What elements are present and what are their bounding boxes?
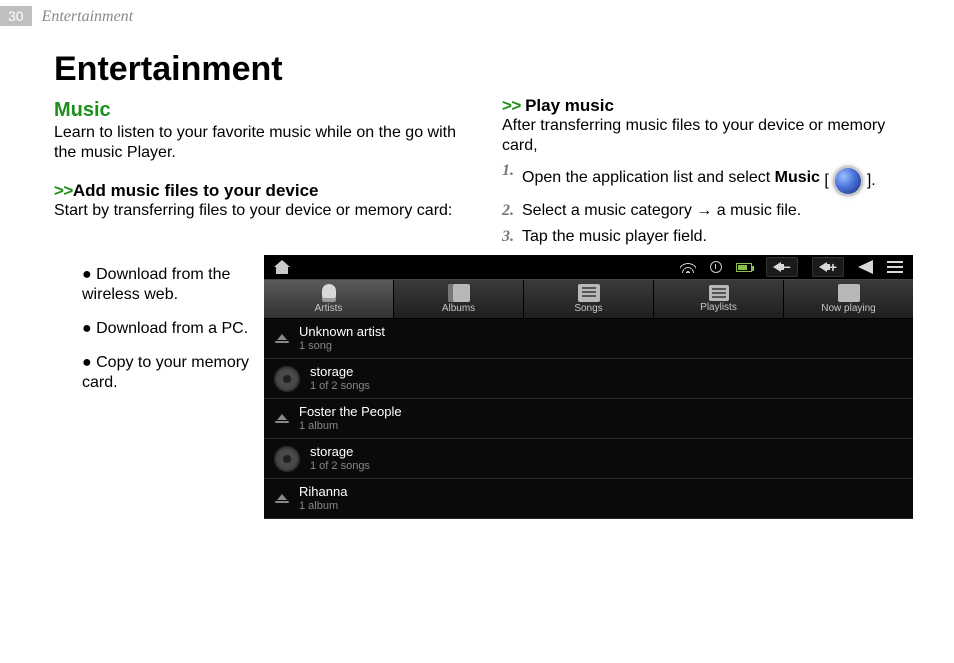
artist-subtitle: 1 of 2 songs [310, 380, 370, 393]
list-item[interactable]: storage 1 of 2 songs [264, 439, 913, 479]
device-status-bar: − + [264, 255, 913, 279]
artist-subtitle: 1 album [299, 500, 347, 513]
tab-artists[interactable]: Artists [264, 280, 394, 318]
play-step-1: Open the application list and select Mus… [502, 160, 920, 196]
add-files-paragraph: Start by transferring files to your devi… [54, 201, 472, 221]
volume-up-button[interactable]: + [812, 257, 844, 277]
back-icon[interactable] [858, 260, 873, 274]
bracket-open: [ [824, 170, 828, 192]
playlists-icon [709, 285, 729, 301]
tab-songs-label: Songs [574, 303, 602, 314]
play-step-3: Tap the music player field. [502, 226, 920, 248]
list-item[interactable]: Unknown artist 1 song [264, 319, 913, 359]
album-disc-icon [274, 366, 300, 392]
tab-songs[interactable]: Songs [524, 280, 654, 318]
expand-handle-icon[interactable] [274, 492, 289, 506]
bullet-download-pc: Download from a PC. [78, 319, 254, 339]
home-icon[interactable] [274, 260, 290, 274]
page-number: 30 [0, 6, 32, 26]
play-music-title: Play music [525, 96, 614, 115]
artists-icon [322, 284, 336, 302]
now-playing-icon [838, 284, 860, 302]
vol-down-label: − [783, 259, 791, 275]
artist-title: Foster the People [299, 405, 402, 420]
tab-playlists[interactable]: Playlists [654, 280, 784, 318]
list-item[interactable]: Rihanna 1 album [264, 479, 913, 519]
artist-subtitle: 1 of 2 songs [310, 460, 370, 473]
expand-handle-icon[interactable] [274, 412, 289, 426]
artist-subtitle: 1 album [299, 420, 402, 433]
list-item[interactable]: Foster the People 1 album [264, 399, 913, 439]
tab-artists-label: Artists [315, 303, 343, 314]
header-section-name: Entertainment [42, 8, 134, 26]
artist-title: storage [310, 365, 370, 380]
expand-handle-icon[interactable] [274, 332, 289, 346]
bullet-copy-sdcard: Copy to your memory card. [78, 353, 254, 393]
device-screenshot: − + Artists Albums [264, 255, 913, 519]
play-music-heading: >> Play music [502, 96, 920, 116]
vol-up-label: + [829, 259, 837, 275]
add-files-bullets: Download from the wireless web. Download… [54, 265, 254, 393]
music-heading: Music [54, 99, 472, 122]
tab-now-playing[interactable]: Now playing [784, 280, 913, 318]
wifi-icon [680, 261, 696, 273]
songs-icon [578, 284, 600, 302]
volume-down-button[interactable]: − [766, 257, 798, 277]
album-disc-icon [274, 446, 300, 472]
artist-title: Unknown artist [299, 325, 385, 340]
play-steps: Open the application list and select Mus… [502, 160, 920, 247]
play-music-paragraph: After transferring music files to your d… [502, 116, 920, 156]
battery-icon [736, 263, 752, 272]
speaker-icon [819, 262, 827, 272]
music-paragraph: Learn to listen to your favorite music w… [54, 123, 472, 163]
menu-lines-icon[interactable] [887, 261, 903, 273]
play-step-1-text: Open the application list and select [522, 169, 775, 186]
list-item[interactable]: storage 1 of 2 songs [264, 359, 913, 399]
device-tabs: Artists Albums Songs Playlists Now playi… [264, 279, 913, 319]
page-title: Entertainment [54, 50, 472, 89]
artist-title: Rihanna [299, 485, 347, 500]
tab-now-playing-label: Now playing [821, 303, 875, 314]
play-step-1-music-label: Music [775, 169, 820, 186]
artist-title: storage [310, 445, 370, 460]
clock-icon [710, 261, 722, 273]
artist-subtitle: 1 song [299, 340, 385, 353]
add-files-title: Add music files to your device [73, 181, 319, 200]
tab-albums[interactable]: Albums [394, 280, 524, 318]
tab-albums-label: Albums [442, 303, 475, 314]
play-step-2: Select a music category → a music file. [502, 200, 920, 222]
tab-playlists-label: Playlists [700, 302, 737, 313]
add-files-heading: >>Add music files to your device [54, 181, 472, 201]
speaker-icon [773, 262, 781, 272]
music-app-icon [833, 166, 863, 196]
play-music-chevrons: >> [502, 96, 525, 115]
albums-icon [448, 284, 470, 302]
bracket-close: ]. [867, 170, 876, 192]
device-artist-list: Unknown artist 1 song storage 1 of 2 son… [264, 319, 913, 519]
bullet-wireless-web: Download from the wireless web. [78, 265, 254, 305]
page-header: 30 Entertainment [0, 0, 954, 32]
add-files-chevrons: >> [54, 181, 73, 200]
